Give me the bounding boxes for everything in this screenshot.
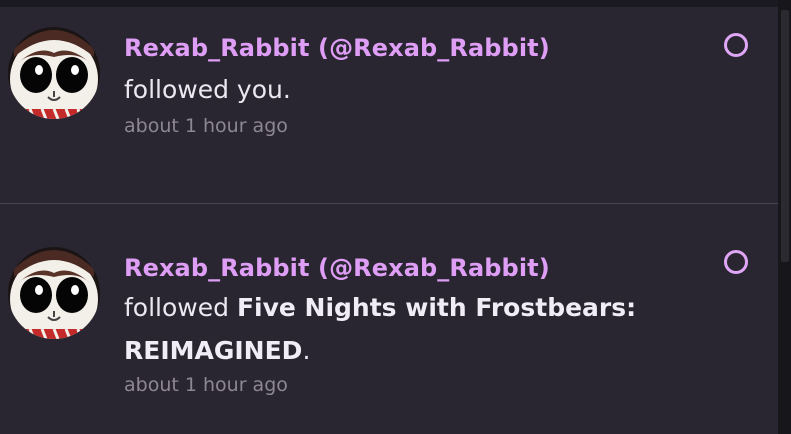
notification-action-suffix: .	[302, 336, 311, 365]
notification-item[interactable]: Rexab_Rabbit (@Rexab_Rabbit) followed Fi…	[0, 204, 778, 434]
top-strip	[0, 0, 778, 7]
notification-item[interactable]: Rexab_Rabbit (@Rexab_Rabbit) followed yo…	[0, 7, 778, 203]
notification-feed: Rexab_Rabbit (@Rexab_Rabbit) followed yo…	[0, 7, 778, 434]
notification-target-link-cont[interactable]: REIMAGINED	[124, 336, 302, 365]
notification-target-link[interactable]: Five Nights with Frostbears:	[237, 293, 636, 322]
notification-text: followed you.	[124, 68, 291, 111]
notification-action: followed you.	[124, 75, 291, 104]
avatar[interactable]	[8, 247, 100, 339]
notification-user-link[interactable]: Rexab_Rabbit (@Rexab_Rabbit)	[124, 254, 550, 282]
avatar[interactable]	[8, 27, 100, 119]
notification-user-link[interactable]: Rexab_Rabbit (@Rexab_Rabbit)	[124, 34, 550, 62]
notifications-page: Rexab_Rabbit (@Rexab_Rabbit) followed yo…	[0, 0, 791, 434]
notification-text: followed Five Nights with Frostbears: REI…	[124, 286, 636, 372]
notification-time: about 1 hour ago	[124, 374, 288, 396]
notification-time: about 1 hour ago	[124, 115, 288, 137]
scrollbar-thumb[interactable]	[781, 10, 789, 262]
unread-circle-icon[interactable]	[724, 33, 748, 57]
notification-action: followed	[124, 293, 237, 322]
unread-circle-icon[interactable]	[724, 250, 748, 274]
